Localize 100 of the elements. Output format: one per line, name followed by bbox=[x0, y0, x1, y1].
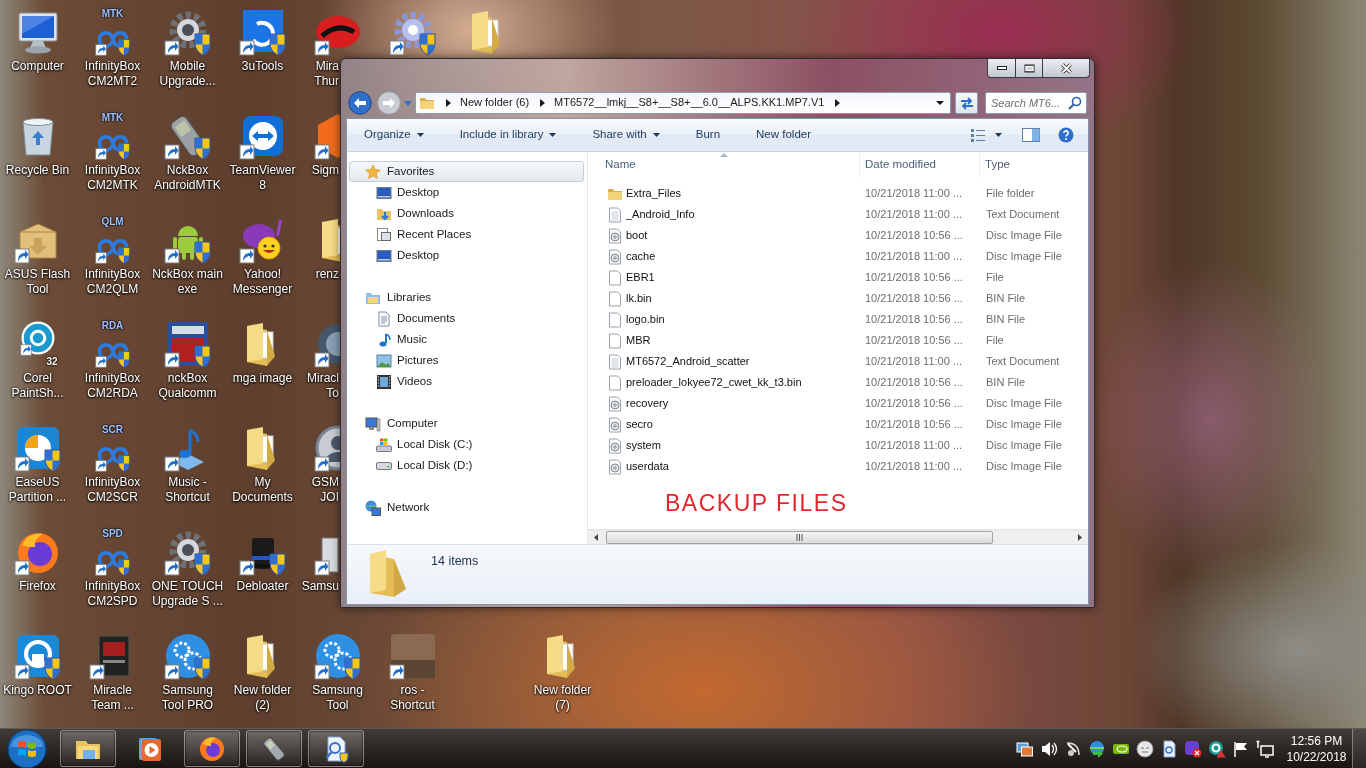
desktop-icon-label[interactable]: Sigm bbox=[311, 163, 339, 178]
desktop-icon-label[interactable]: Mobile Upgrade... bbox=[159, 59, 216, 89]
refresh-button[interactable] bbox=[955, 92, 978, 114]
breadcrumb-arrow-icon[interactable] bbox=[446, 99, 451, 107]
box-art-icon[interactable] bbox=[163, 320, 212, 368]
toolbar-button[interactable]: New folder bbox=[747, 123, 820, 147]
file-name[interactable]: system bbox=[626, 438, 661, 453]
desktop-icon-label[interactable]: Corel PaintSh... bbox=[11, 371, 64, 401]
flag-icon[interactable] bbox=[1232, 739, 1250, 758]
file-name[interactable]: MBR bbox=[626, 333, 651, 348]
network-icon[interactable] bbox=[1256, 739, 1274, 758]
desktop-icon-label[interactable]: Miracle Team ... bbox=[91, 683, 134, 713]
clock-time[interactable]: 12:56 PM bbox=[1290, 732, 1343, 749]
desktop-icon-label[interactable]: TeamViewer 8 bbox=[229, 163, 296, 193]
desktop-icon-label[interactable]: renz bbox=[315, 267, 339, 282]
hexagon-icon[interactable] bbox=[313, 112, 341, 160]
breadcrumb-arrow-icon[interactable] bbox=[540, 99, 546, 107]
nav-item[interactable]: Downloads bbox=[375, 203, 458, 224]
desktop-icon-label[interactable]: nckBox Qualcomm bbox=[158, 371, 217, 401]
toolbar-button[interactable]: Organize bbox=[355, 123, 433, 147]
desktop-icon-label[interactable]: NckBox main exe bbox=[152, 267, 223, 297]
file-name[interactable]: MT6572_Android_scatter bbox=[626, 354, 750, 369]
scrollbar-thumb[interactable] bbox=[606, 530, 993, 544]
desktop-icon-label[interactable]: ONE TOUCH Upgrade S ... bbox=[151, 579, 224, 609]
desktop-icon-label[interactable]: 3uTools bbox=[241, 59, 284, 74]
file-name[interactable]: boot bbox=[626, 228, 648, 243]
start-orb-icon[interactable] bbox=[7, 728, 47, 768]
file-name[interactable]: userdata bbox=[626, 459, 669, 474]
app-tile-icon[interactable] bbox=[238, 8, 287, 56]
taskbar-button[interactable] bbox=[308, 730, 364, 767]
toolbar-button[interactable]: Include in library bbox=[450, 123, 566, 147]
desktop-icon-label[interactable]: My Documents bbox=[232, 475, 293, 505]
gears-icon[interactable] bbox=[163, 632, 212, 680]
satellite-dish-icon[interactable] bbox=[1064, 739, 1082, 758]
nav-item[interactable]: Pictures bbox=[375, 350, 443, 371]
taskbar-button[interactable] bbox=[60, 730, 116, 767]
breadcrumb-arrow-icon[interactable] bbox=[835, 99, 841, 107]
column-header[interactable]: Type bbox=[980, 152, 1088, 177]
app-tile-icon[interactable] bbox=[13, 424, 62, 472]
nav-item[interactable]: Local Disk (C:) bbox=[375, 434, 477, 455]
toolbar-button[interactable]: Burn bbox=[686, 123, 730, 147]
column-header[interactable]: Name bbox=[588, 152, 860, 177]
nav-item[interactable]: Network bbox=[364, 497, 434, 518]
document-search-icon[interactable] bbox=[1160, 739, 1178, 758]
taskbar-button[interactable] bbox=[246, 730, 302, 767]
search-icon[interactable] bbox=[1068, 96, 1082, 110]
help-icon[interactable] bbox=[1058, 127, 1074, 143]
nav-item[interactable]: Favorites bbox=[349, 161, 584, 182]
desktop-icon-label[interactable]: Firefox bbox=[19, 579, 56, 594]
desktop-icon-label[interactable]: NckBox AndroidMTK bbox=[154, 163, 221, 193]
desktop-icon-label[interactable]: GSM JOI bbox=[311, 475, 339, 505]
nav-item[interactable]: Documents bbox=[375, 308, 460, 329]
neutral-face-icon[interactable] bbox=[1136, 739, 1154, 758]
nav-item[interactable]: Music bbox=[375, 329, 432, 350]
file-name[interactable]: lk.bin bbox=[626, 291, 652, 306]
desktop-icon-label[interactable]: mga image bbox=[232, 371, 293, 386]
gears-icon[interactable] bbox=[313, 632, 362, 680]
address-bar[interactable]: New folder (6) MT6572__lmkj__S8+__S8+__6.0__ALPS.KK1.MP7.V1 bbox=[415, 92, 951, 114]
desktop-icon-label[interactable]: ASUS Flash Tool bbox=[4, 267, 71, 297]
nav-item[interactable]: Computer bbox=[364, 413, 442, 434]
app-warning-icon[interactable] bbox=[1208, 739, 1226, 758]
photo-placeholder[interactable] bbox=[388, 632, 437, 680]
file-name[interactable]: secro bbox=[626, 417, 653, 432]
desktop-icon-label[interactable]: ros - Shortcut bbox=[390, 683, 435, 713]
desktop-icon-label[interactable]: EaseUS Partition ... bbox=[8, 475, 67, 505]
file-name[interactable]: preloader_lokyee72_cwet_kk_t3.bin bbox=[626, 375, 802, 390]
desktop-icon-label[interactable]: New folder (2) bbox=[233, 683, 292, 713]
show-desktop-button[interactable] bbox=[1352, 728, 1366, 768]
desktop-icon-label[interactable]: Recycle Bin bbox=[5, 163, 70, 178]
desktop-icon-label[interactable]: Samsung Tool bbox=[312, 683, 363, 713]
desktop-icon-label[interactable]: Mira Thur bbox=[314, 59, 339, 89]
breadcrumb-link[interactable]: New folder (6) bbox=[460, 96, 530, 110]
camera-icon[interactable] bbox=[19, 320, 56, 356]
file-name[interactable]: EBR1 bbox=[626, 270, 655, 285]
desktop-icon-label[interactable]: InfinityBox CM2QLM bbox=[84, 267, 141, 297]
photos-icon[interactable] bbox=[1016, 739, 1034, 758]
desktop-icon-label[interactable]: InfinityBox CM2MT2 bbox=[84, 59, 141, 89]
desktop-icon-label[interactable]: Debloater bbox=[236, 579, 289, 594]
desktop-icon-label[interactable]: Miracl To bbox=[307, 371, 339, 401]
breadcrumb-link[interactable]: MT6572__lmkj__S8+__S8+__6.0__ALPS.KK1.MP7.V1 bbox=[554, 96, 825, 110]
file-name[interactable]: logo.bin bbox=[626, 312, 665, 327]
nav-item[interactable]: Videos bbox=[375, 371, 436, 392]
nav-item[interactable]: Recent Places bbox=[375, 224, 476, 245]
toolbar-button[interactable]: Share with bbox=[583, 123, 669, 147]
dropdown-caret-icon[interactable] bbox=[936, 101, 944, 105]
clock-date[interactable]: 10/22/2018 bbox=[1286, 748, 1347, 765]
volume-icon[interactable] bbox=[1040, 739, 1058, 758]
search-field[interactable]: Search MT6... bbox=[985, 92, 1087, 114]
app-error-icon[interactable] bbox=[1184, 739, 1202, 758]
desktop-icon-label[interactable]: Computer bbox=[11, 59, 64, 74]
nav-item[interactable]: Desktop bbox=[375, 245, 444, 266]
desktop-icon-label[interactable]: Yahoo! Messenger bbox=[232, 267, 293, 297]
desktop-icon-label[interactable]: Samsung Tool PRO bbox=[161, 683, 214, 713]
minimize-button[interactable] bbox=[987, 59, 1016, 78]
taskbar-button[interactable] bbox=[184, 730, 240, 767]
desktop-icon-label[interactable]: New folder (7) bbox=[533, 683, 592, 713]
file-name[interactable]: Extra_Files bbox=[626, 186, 682, 201]
file-name[interactable]: _Android_Info bbox=[626, 207, 695, 222]
desktop-icon-label[interactable]: Music - Shortcut bbox=[165, 475, 210, 505]
desktop-icon-label[interactable]: InfinityBox CM2RDA bbox=[84, 371, 141, 401]
